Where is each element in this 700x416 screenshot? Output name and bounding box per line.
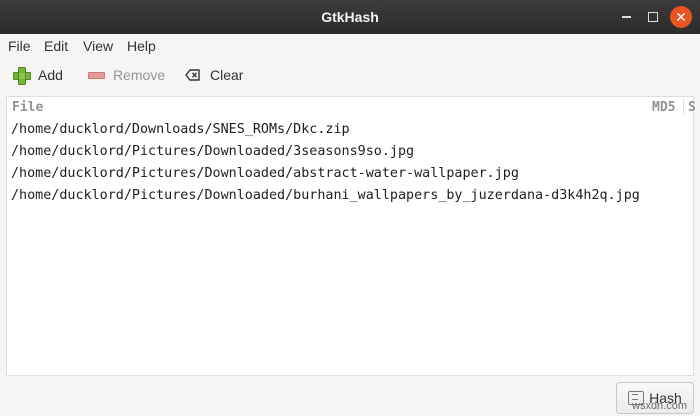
- remove-icon: [87, 66, 105, 84]
- minimize-icon: [621, 16, 631, 18]
- column-header-md5[interactable]: MD5: [652, 100, 675, 115]
- clear-icon: [184, 66, 202, 84]
- list-item[interactable]: /home/ducklord/Downloads/SNES_ROMs/Dkc.z…: [7, 119, 693, 141]
- menu-edit[interactable]: Edit: [44, 34, 68, 58]
- gtkhash-window: GtkHash ✕ File Edit View Help Add Remove: [0, 0, 700, 416]
- clear-label: Clear: [210, 67, 244, 83]
- maximize-button[interactable]: [642, 6, 664, 28]
- toolbar: Add Remove Clear: [0, 58, 700, 92]
- file-list[interactable]: File MD5 S /home/ducklord/Downloads/SNES…: [6, 96, 696, 376]
- window-title: GtkHash: [321, 9, 379, 25]
- column-separator: [683, 99, 684, 115]
- list-item[interactable]: /home/ducklord/Pictures/Downloaded/3seas…: [7, 141, 693, 163]
- list-rows: /home/ducklord/Downloads/SNES_ROMs/Dkc.z…: [7, 119, 693, 207]
- close-button[interactable]: ✕: [670, 6, 692, 28]
- menu-file[interactable]: File: [8, 34, 31, 58]
- column-header-file[interactable]: File: [12, 100, 43, 115]
- list-header: File MD5 S: [7, 97, 696, 119]
- title-bar: GtkHash ✕: [0, 0, 700, 34]
- menu-bar: File Edit View Help: [0, 34, 700, 58]
- add-button[interactable]: Add: [12, 62, 63, 88]
- minimize-button[interactable]: [615, 6, 637, 28]
- clear-button[interactable]: Clear: [184, 62, 243, 88]
- watermark: wsxdn.com: [632, 400, 688, 412]
- column-header-sha[interactable]: S: [688, 100, 696, 115]
- add-icon: [12, 66, 31, 85]
- maximize-icon: [648, 12, 658, 22]
- list-item[interactable]: /home/ducklord/Pictures/Downloaded/abstr…: [7, 163, 693, 185]
- close-icon: ✕: [675, 9, 687, 25]
- menu-view[interactable]: View: [83, 34, 113, 58]
- add-label: Add: [38, 67, 63, 83]
- remove-button[interactable]: Remove: [87, 62, 165, 88]
- list-item[interactable]: /home/ducklord/Pictures/Downloaded/burha…: [7, 185, 693, 207]
- remove-label: Remove: [113, 67, 166, 83]
- menu-help[interactable]: Help: [127, 34, 156, 58]
